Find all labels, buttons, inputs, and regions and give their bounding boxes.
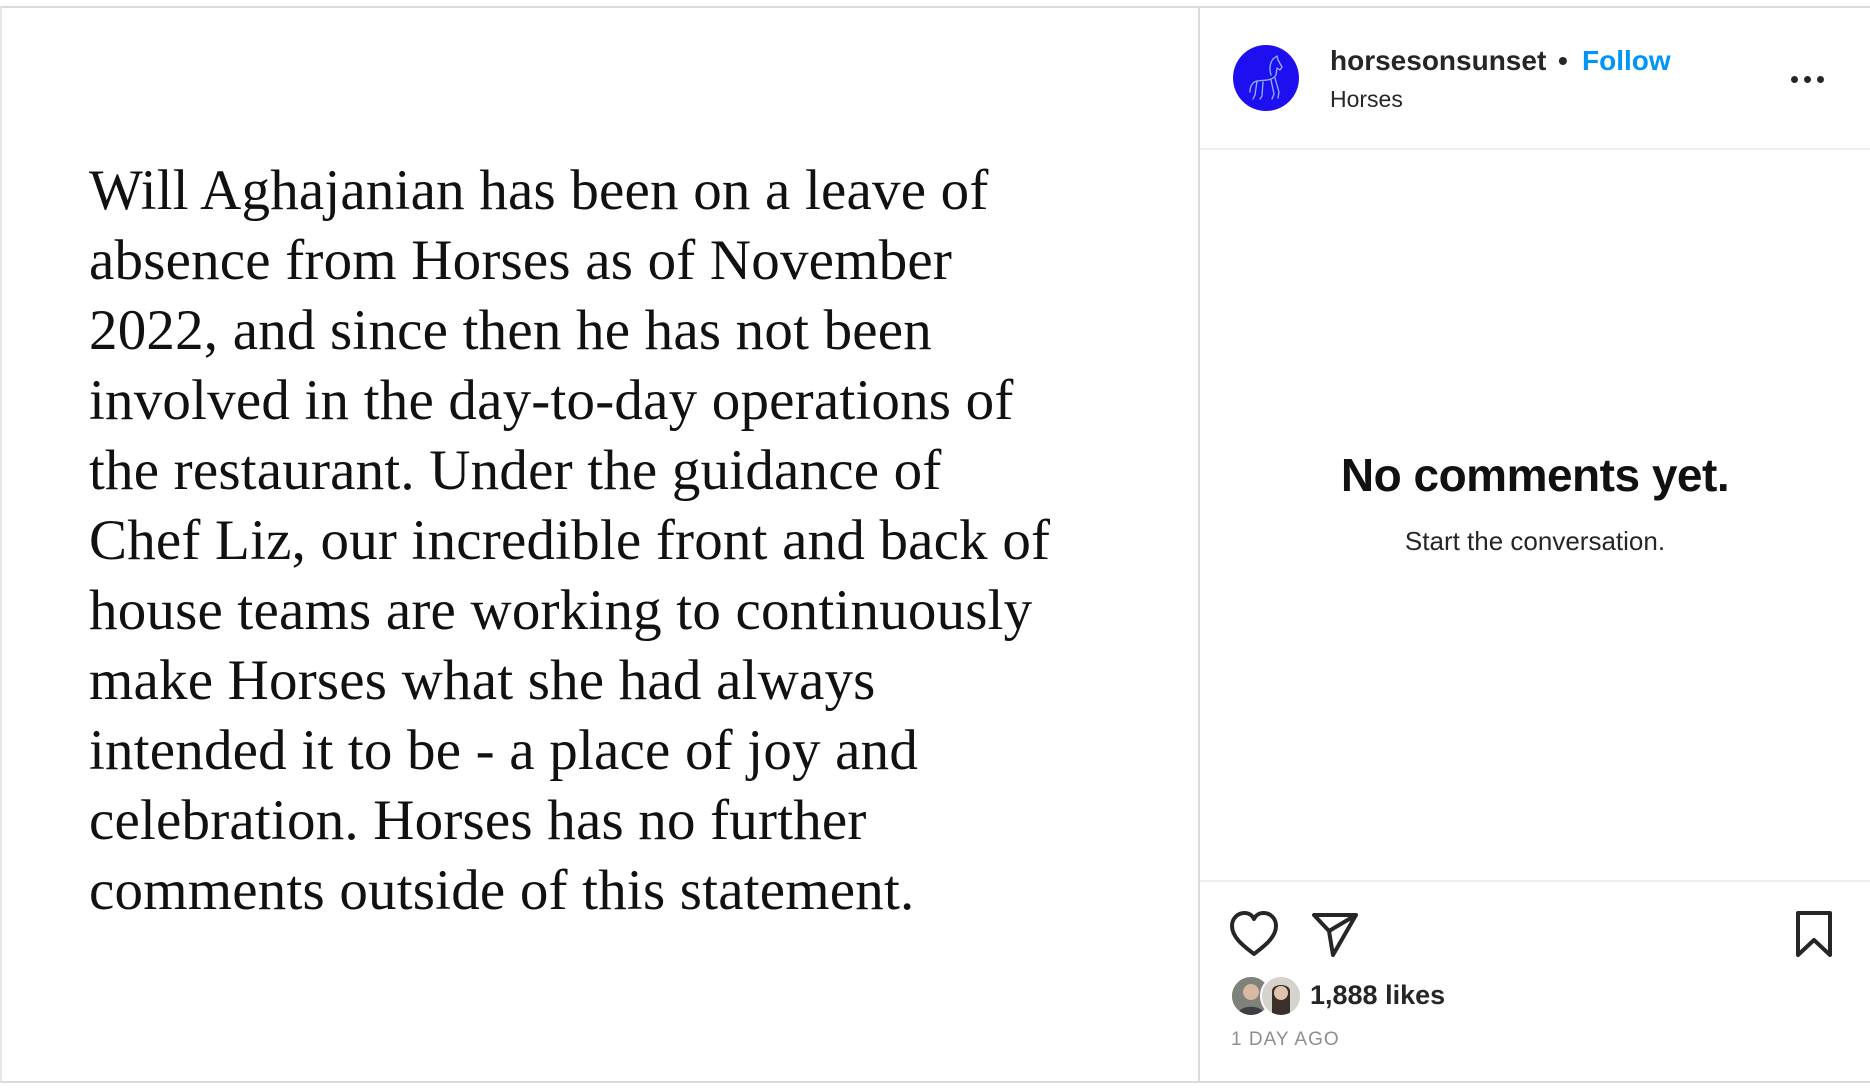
person-photo-icon bbox=[1262, 977, 1300, 1015]
horse-logo-icon bbox=[1249, 55, 1283, 100]
post-modal: Will Aghajanian has been on a leave of a… bbox=[0, 6, 1870, 1083]
bookmark-icon bbox=[1796, 911, 1832, 957]
no-comments-subtitle: Start the conversation. bbox=[1404, 526, 1666, 556]
no-comments-title: No comments yet. bbox=[1340, 449, 1730, 501]
save-button[interactable] bbox=[1792, 909, 1836, 959]
heart-icon bbox=[1230, 911, 1278, 956]
header-separator: • bbox=[1558, 45, 1568, 76]
more-options-icon[interactable] bbox=[1788, 64, 1838, 94]
post-sidebar: horsesonsunset • Follow Horses No commen… bbox=[1200, 8, 1870, 1081]
share-button[interactable] bbox=[1310, 909, 1360, 959]
likes-count[interactable]: 1,888 likes bbox=[1310, 980, 1445, 1011]
statement-text: Will Aghajanian has been on a leave of a… bbox=[89, 159, 1051, 922]
like-button[interactable] bbox=[1228, 909, 1280, 959]
post-header: horsesonsunset • Follow Horses bbox=[1200, 8, 1870, 150]
liker-avatars[interactable] bbox=[1230, 975, 1302, 1017]
account-username[interactable]: horsesonsunset bbox=[1330, 45, 1546, 77]
post-footer: 1,888 likes 1 DAY AGO bbox=[1200, 880, 1870, 1087]
paper-plane-icon bbox=[1312, 913, 1358, 957]
follow-button[interactable]: Follow bbox=[1582, 45, 1671, 77]
post-media[interactable]: Will Aghajanian has been on a leave of a… bbox=[2, 8, 1200, 1081]
post-timestamp[interactable]: 1 DAY AGO bbox=[1231, 1029, 1340, 1051]
account-avatar[interactable] bbox=[1233, 45, 1299, 111]
account-subtitle[interactable]: Horses bbox=[1330, 86, 1403, 113]
liker-avatar[interactable] bbox=[1260, 975, 1302, 1017]
